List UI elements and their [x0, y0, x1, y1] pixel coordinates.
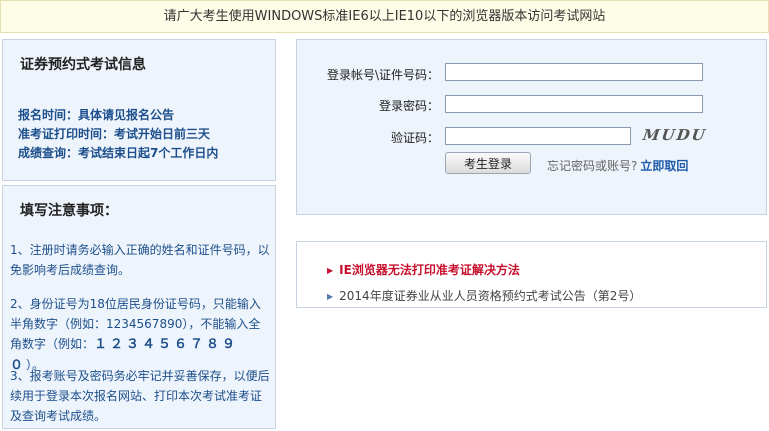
captcha-label: 验证码： [390, 131, 439, 145]
triangle-bullet-icon: ▶ [327, 266, 334, 275]
notice-panel: ▶ IE浏览器无法打印准考证解决方法 ▶ 2014年度证券业从业人员资格预约式考试公… [296, 241, 767, 308]
notice-link-ie-print[interactable]: IE浏览器无法打印准考证解决方法 [339, 263, 520, 277]
notice-item[interactable]: ▶ 2014年度证券业从业人员资格预约式考试公告（第2号） [327, 287, 641, 304]
retrieve-link[interactable]: 立即取回 [640, 159, 688, 173]
note-item-1: 1、注册时请务必输入正确的姓名和证件号码，以免影响考后成绩查询。 [10, 243, 270, 277]
browser-notice-banner: 请广大考生使用WINDOWS标准IE6以上IE10以下的浏览器版本访问考试网站 [0, 0, 769, 33]
registration-time: 报名时间：具体请见报名公告 [18, 108, 175, 122]
note-item-2: 2、身份证号为18位居民身份证号码，只能输入半角数字（例如：1234567890… [10, 294, 272, 376]
captcha-image[interactable]: MUDU [642, 126, 708, 144]
exam-info-panel: 证券预约式考试信息 报名时间：具体请见报名公告 准考证打印时间：考试开始日前三天… [2, 39, 276, 181]
forgot-text: 忘记密码或账号? [547, 159, 638, 173]
score-query-time: 成绩查询：考试结束日起7个工作日内 [18, 146, 219, 160]
password-label: 登录密码： [378, 99, 439, 113]
account-input[interactable] [445, 63, 703, 81]
notice-item[interactable]: ▶ IE浏览器无法打印准考证解决方法 [327, 261, 520, 278]
captcha-input[interactable] [445, 127, 631, 145]
exam-info-title: 证券预约式考试信息 [20, 57, 146, 73]
forgot-password: 忘记密码或账号? 立即取回 [547, 157, 688, 174]
login-button[interactable]: 考生登录 [445, 152, 531, 174]
notes-title: 填写注意事项： [20, 203, 118, 219]
note-item-3: 3、报考账号及密码务必牢记并妥善保存，以便后续用于登录本次报名网站、打印本次考试… [10, 369, 270, 423]
notice-link-announcement[interactable]: 2014年度证券业从业人员资格预约式考试公告（第2号） [339, 289, 641, 303]
notes-panel: 填写注意事项： 1、注册时请务必输入正确的姓名和证件号码，以免影响考后成绩查询。… [2, 185, 276, 429]
password-input[interactable] [445, 95, 703, 113]
account-label: 登录帐号\证件号码： [326, 68, 439, 82]
triangle-bullet-icon: ▶ [327, 292, 334, 301]
admission-print-time: 准考证打印时间：考试开始日前三天 [18, 127, 211, 141]
login-panel: 登录帐号\证件号码： 登录密码： 验证码： MUDU 考生登录 忘记密码或账号?… [296, 39, 767, 215]
